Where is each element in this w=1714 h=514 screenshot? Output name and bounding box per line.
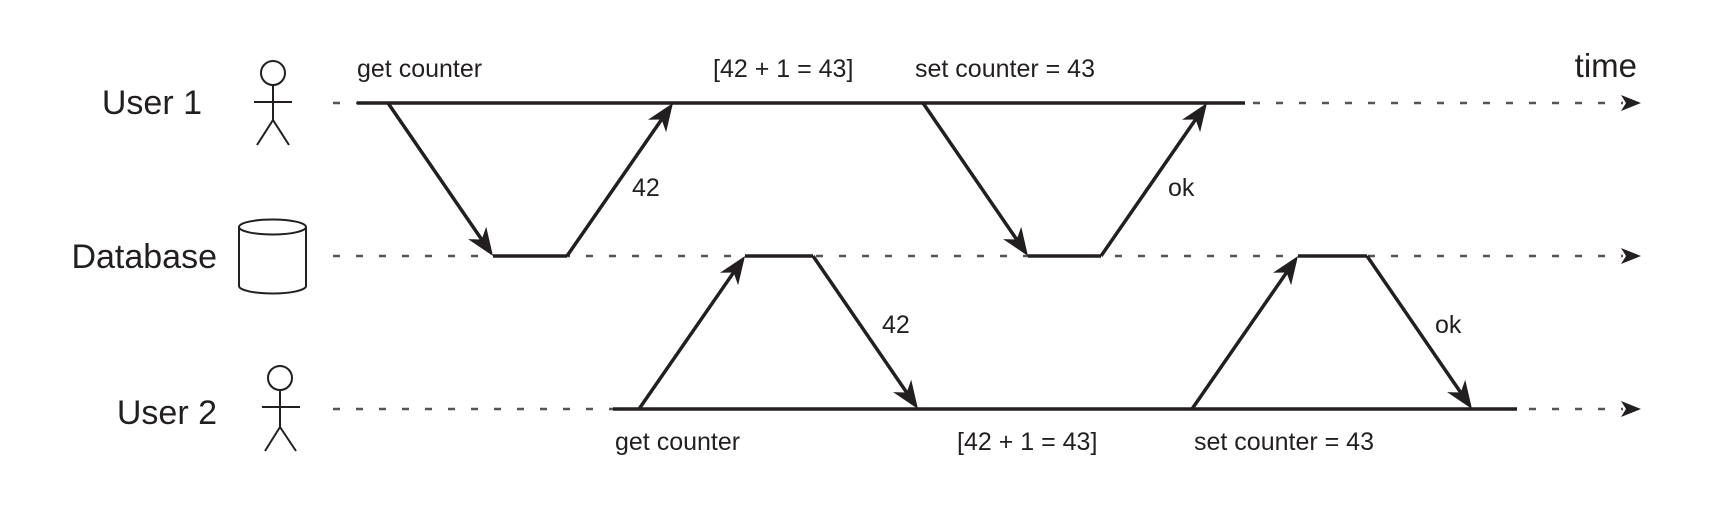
actor-label-user2: User 2 (117, 394, 217, 432)
time-axis-label: time (1575, 47, 1637, 84)
message-arrow (1190, 256, 1298, 410)
database-cylinder-icon (238, 218, 307, 295)
user2-step-increment: [42 + 1 = 43] (957, 428, 1097, 456)
person-icon (262, 365, 300, 452)
response-label-user2-read: 42 (882, 311, 910, 339)
response-label-user1-write: ok (1168, 174, 1195, 202)
arrowhead-icon (468, 226, 493, 256)
response-label-user1-read: 42 (632, 174, 660, 202)
arrowhead-icon (720, 256, 745, 286)
arrowhead-icon (1182, 103, 1207, 133)
message-line (386, 102, 484, 241)
message-line (637, 271, 736, 410)
time-arrowhead-icon (1621, 95, 1641, 111)
user1-step-get-counter: get counter (357, 55, 482, 83)
user1-step-set-counter: set counter = 43 (915, 55, 1095, 83)
message-line (1190, 271, 1289, 410)
arrowhead-icon (893, 379, 918, 409)
user2-step-get-counter: get counter (615, 428, 740, 456)
message-arrow (637, 256, 745, 410)
actor-label-database: Database (71, 238, 217, 276)
race-condition-sequence-diagram: User 1 Database User 2 time get counter … (71, 47, 1641, 456)
time-arrowhead-icon (1621, 401, 1641, 417)
message-line (921, 102, 1019, 241)
actor-label-user1: User 1 (102, 84, 202, 122)
message-arrow (386, 102, 493, 256)
time-arrowhead-icon (1621, 248, 1641, 264)
user2-step-set-counter: set counter = 43 (1194, 428, 1374, 456)
person-icon (254, 60, 292, 146)
arrowhead-icon (648, 103, 673, 133)
arrowhead-icon (1447, 379, 1472, 409)
arrowhead-icon (1003, 226, 1028, 256)
arrowhead-icon (1273, 256, 1298, 286)
user1-step-increment: [42 + 1 = 43] (713, 55, 853, 83)
response-label-user2-write: ok (1435, 311, 1462, 339)
message-arrow (921, 102, 1028, 256)
